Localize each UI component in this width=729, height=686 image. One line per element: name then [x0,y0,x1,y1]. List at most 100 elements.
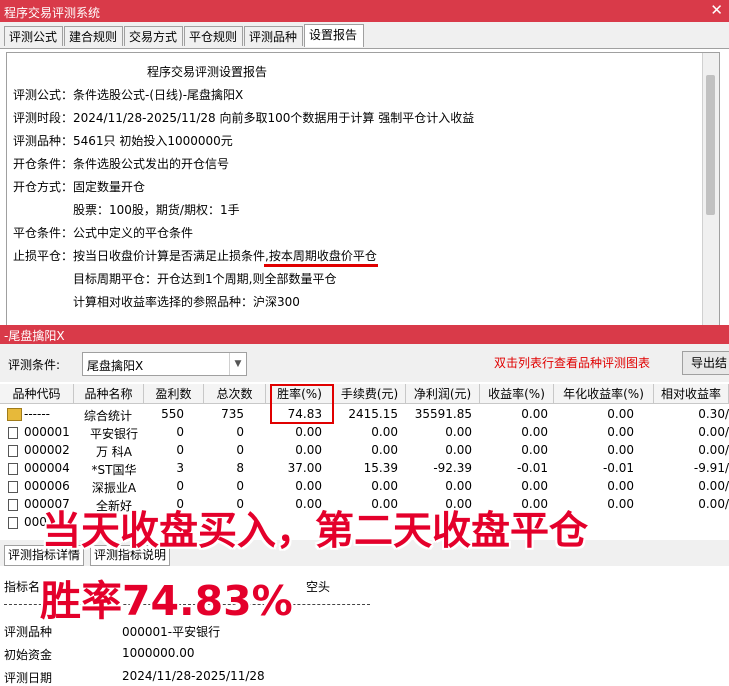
table-cell: 0.00/ [698,497,729,511]
report-line: 目标周期平仓：开仓达到1个周期,则全部数量平仓 [73,272,337,286]
column-header[interactable]: 盈利数 [144,384,204,404]
file-icon [8,481,18,493]
table-cell: 万 科A [95,445,133,459]
table-row[interactable]: 000006 深振业A 0 0 0.00 0.00 0.00 0.00 0.00 0.00/ [0,478,729,496]
table-cell: 000006 [24,479,70,493]
table-cell: 37.00 [287,461,322,475]
tab-settings-report[interactable]: 设置报告 [304,24,364,47]
table-cell: 3 [176,461,184,475]
table-cell: 0.00/ [698,443,729,457]
report-line: 评测品种：5461只 初始投入1000000元 [13,134,233,148]
tab-close-rules[interactable]: 平仓规则 [184,26,243,46]
table-cell: 0 [236,425,244,439]
table-cell: 000001 [24,425,70,439]
table-cell: 0 [176,479,184,493]
table-cell: 0.00 [371,443,398,457]
table-cell: 0.00 [371,425,398,439]
table-cell: 综合统计 [84,409,133,423]
file-icon [8,463,18,475]
table-cell: ------ [24,407,50,421]
panel-title-bar: -尾盘擒阳X [0,325,729,344]
table-cell: 0 [236,443,244,457]
table-cell: 0.00 [445,443,472,457]
table-cell: -0.01 [602,461,634,475]
file-icon [8,445,18,457]
table-cell: 0.00/ [698,425,729,439]
column-header[interactable]: 年化收益率(%) [554,384,654,404]
report-scrollbar[interactable] [702,53,719,325]
tab-formula[interactable]: 评测公式 [4,26,63,46]
table-cell: 0.30/ [698,407,729,421]
column-header[interactable]: 品种名称 [74,384,144,404]
file-icon [8,517,18,529]
table-cell: 0.00 [445,425,472,439]
report-line: 评测公式：条件选股公式-(日线)-尾盘擒阳X [13,88,244,102]
table-cell: 0.00/ [698,479,729,493]
overlay-caption: 当天收盘买入，第二天收盘平仓 [42,509,589,554]
table-row[interactable]: 000002 万 科A 0 0 0.00 0.00 0.00 0.00 0.00 0.00/ [0,442,729,460]
table-row[interactable]: 000001 平安银行 0 0 0.00 0.00 0.00 0.00 0.00 0.00/ [0,424,729,442]
column-header[interactable]: 相对收益率 [654,384,729,404]
table-cell: 35591.85 [414,407,472,421]
condition-value: 尾盘擒阳X [87,359,144,373]
report-line: 股票：100股，期货/期权：1手 [73,203,240,217]
column-header[interactable]: 手续费(元) [334,384,406,404]
report-title: 程序交易评测设置报告 [147,65,268,79]
column-header[interactable]: 净利润(元) [406,384,480,404]
table-cell: -9.91/ [693,461,729,475]
tab-bar: 评测公式 建合规则 交易方式 平仓规则 评测品种 设置报告 [0,22,729,49]
table-cell: 0.00 [445,479,472,493]
settings-report: 程序交易评测设置报告 评测公式：条件选股公式-(日线)-尾盘擒阳X 评测时段：2… [6,52,720,326]
window-title: 程序交易评测系统 [4,6,101,20]
column-header[interactable]: 收益率(%) [480,384,554,404]
table-cell: -0.01 [516,461,548,475]
table-cell: 深振业A [91,481,137,495]
overlay-win-rate: 胜率74.83% [40,577,293,625]
export-button[interactable]: 导出结 [682,351,729,375]
summary-icon [7,408,22,421]
table-cell: 0.00 [295,443,322,457]
table-cell: 0.00 [607,443,634,457]
scrollbar-thumb[interactable] [706,75,715,215]
table-cell: 0.00 [521,407,548,421]
table-row[interactable]: 000004 *ST国华 3 8 37.00 15.39 -92.39 -0.01 -0.01 -… [0,460,729,478]
condition-label: 评测条件: [8,358,61,372]
table-cell: 8 [236,461,244,475]
report-line: 开仓条件：条件选股公式发出的开仓信号 [13,157,230,171]
highlight-underline [264,264,378,267]
metric-value: 2024/11/28-2025/11/28 [122,669,265,683]
metric-header-short: 空头 [306,580,331,594]
tab-open-rules[interactable]: 建合规则 [64,26,123,46]
report-line: 平仓条件：公式中定义的平仓条件 [13,226,194,240]
chevron-down-icon[interactable]: ▼ [229,353,246,375]
tab-instruments[interactable]: 评测品种 [244,26,303,46]
close-icon[interactable]: ✕ [710,1,723,19]
table-cell: 000004 [24,461,70,475]
table-cell: 0.00 [521,443,548,457]
table-cell: 0.00 [371,479,398,493]
condition-bar: 评测条件: 尾盘擒阳X ▼ 双击列表行查看品种评测图表 导出结 [0,344,729,382]
panel-title: -尾盘擒阳X [4,329,65,343]
table-cell: 550 [161,407,184,421]
table-cell: 0 [176,425,184,439]
metric-header-name: 指标名 [4,580,41,594]
table-row[interactable]: ------ 综合统计 550 735 74.83 2415.15 35591.85 0.00… [0,406,729,424]
tab-trade-mode[interactable]: 交易方式 [124,26,183,46]
table-cell: -92.39 [433,461,472,475]
file-icon [8,499,18,511]
column-header[interactable]: 品种代码 [0,384,74,404]
metric-value: 1000000.00 [122,646,195,660]
table-cell: 0.00 [607,425,634,439]
double-click-hint: 双击列表行查看品种评测图表 [494,356,651,370]
table-cell: 0.00 [521,479,548,493]
report-line: 开仓方式：固定数量开仓 [13,180,146,194]
win-rate-highlight-box [270,384,334,424]
table-cell: *ST国华 [91,463,137,477]
report-line: 止损平仓：按当日收盘价计算是否满足止损条件,按本周期收盘价平仓 [13,249,377,263]
table-cell: 0.00 [607,407,634,421]
table-cell: 0 [236,479,244,493]
report-line: 计算相对收益率选择的参照品种：沪深300 [73,295,300,309]
title-bar: 程序交易评测系统 ✕ [0,0,729,22]
column-header[interactable]: 总次数 [204,384,266,404]
condition-select[interactable]: 尾盘擒阳X ▼ [82,352,247,376]
